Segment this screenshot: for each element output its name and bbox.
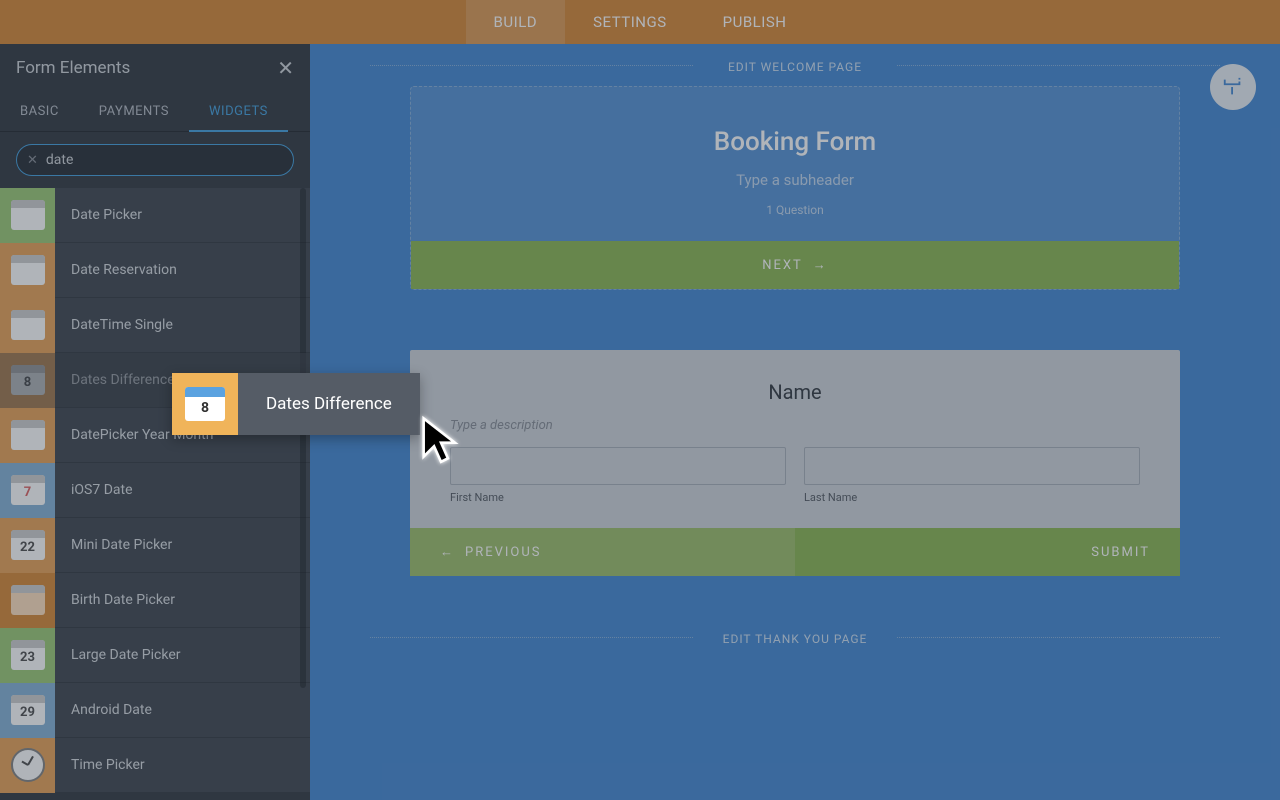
clock-icon <box>0 738 55 793</box>
first-name-input[interactable] <box>450 447 786 485</box>
cake-icon <box>0 573 55 628</box>
calendar-clock-icon <box>0 298 55 353</box>
arrow-left-icon: ← <box>440 544 455 560</box>
calendar-icon: 23 <box>0 628 55 683</box>
edit-welcome-label[interactable]: EDIT WELCOME PAGE <box>370 44 1220 86</box>
list-item-label: Date Picker <box>55 207 142 223</box>
list-item-label: Time Picker <box>55 757 145 773</box>
list-item-date-picker[interactable]: Date Picker <box>0 188 310 243</box>
calendar-icon: 8 <box>0 353 55 408</box>
form-canvas: EDIT WELCOME PAGE Booking Form Type a su… <box>310 44 1280 800</box>
previous-label: PREVIOUS <box>465 545 542 560</box>
calendar-icon: 7 <box>0 463 55 518</box>
list-item-birth-date-picker[interactable]: Birth Date Picker <box>0 573 310 628</box>
next-label: NEXT <box>762 258 803 273</box>
list-item-android-date[interactable]: 29 Android Date <box>0 683 310 738</box>
close-icon[interactable]: ✕ <box>277 56 294 80</box>
list-item-mini-date-picker[interactable]: 22 Mini Date Picker <box>0 518 310 573</box>
form-subheader[interactable]: Type a subheader <box>431 171 1159 189</box>
tab-widgets[interactable]: WIDGETS <box>189 92 288 131</box>
calendar-icon <box>0 188 55 243</box>
top-nav: BUILD SETTINGS PUBLISH <box>0 0 1280 44</box>
tab-publish[interactable]: PUBLISH <box>695 0 815 44</box>
list-item-label: DateTime Single <box>55 317 173 333</box>
search-input[interactable] <box>46 152 283 168</box>
element-tabs: BASIC PAYMENTS WIDGETS <box>0 92 310 132</box>
question-count: 1 Question <box>431 203 1159 217</box>
list-item-label: Birth Date Picker <box>55 592 175 608</box>
first-name-label: First Name <box>450 491 786 504</box>
submit-label: SUBMIT <box>1091 545 1150 560</box>
clear-search-icon[interactable]: ✕ <box>27 153 38 168</box>
name-question-card[interactable]: Name Type a description First Name Last … <box>410 350 1180 576</box>
list-item-label: Mini Date Picker <box>55 537 172 553</box>
list-item-label: iOS7 Date <box>55 482 133 498</box>
calendar-icon <box>0 243 55 298</box>
list-item-label: Large Date Picker <box>55 647 181 663</box>
scrollbar[interactable] <box>300 188 306 688</box>
form-title[interactable]: Booking Form <box>431 127 1159 157</box>
last-name-label: Last Name <box>804 491 1140 504</box>
panel-title: Form Elements <box>16 58 130 78</box>
drag-preview[interactable]: 8 Dates Difference <box>172 373 420 435</box>
arrow-right-icon: → <box>813 257 828 273</box>
calendar-icon: 29 <box>0 683 55 738</box>
list-item-time-picker[interactable]: Time Picker <box>0 738 310 793</box>
tab-basic[interactable]: BASIC <box>0 92 79 131</box>
list-item-ios7-date[interactable]: 7 iOS7 Date <box>0 463 310 518</box>
list-item-date-reservation[interactable]: Date Reservation <box>0 243 310 298</box>
element-list[interactable]: Date Picker Date Reservation DateTime Si… <box>0 188 310 800</box>
submit-button[interactable]: SUBMIT <box>795 528 1180 576</box>
tab-build[interactable]: BUILD <box>466 0 566 44</box>
calendar-icon: 22 <box>0 518 55 573</box>
paint-roller-icon <box>1222 76 1244 98</box>
question-description[interactable]: Type a description <box>450 418 1140 433</box>
welcome-card[interactable]: Booking Form Type a subheader 1 Question… <box>410 86 1180 290</box>
drag-label: Dates Difference <box>238 394 420 414</box>
last-name-input[interactable] <box>804 447 1140 485</box>
next-button[interactable]: NEXT → <box>411 241 1179 289</box>
list-item-label: Dates Difference <box>55 372 175 388</box>
previous-button[interactable]: ← PREVIOUS <box>410 528 795 576</box>
calendar-icon <box>0 408 55 463</box>
list-item-label: Date Reservation <box>55 262 177 278</box>
tab-payments[interactable]: PAYMENTS <box>79 92 189 131</box>
calendar-icon: 8 <box>172 373 238 435</box>
question-title[interactable]: Name <box>450 380 1140 404</box>
search-box[interactable]: ✕ <box>16 144 294 176</box>
edit-thank-you-label[interactable]: EDIT THANK YOU PAGE <box>370 616 1220 658</box>
list-item-large-date-picker[interactable]: 23 Large Date Picker <box>0 628 310 683</box>
tab-settings[interactable]: SETTINGS <box>565 0 695 44</box>
list-item-datetime-single[interactable]: DateTime Single <box>0 298 310 353</box>
list-item-label: Android Date <box>55 702 152 718</box>
